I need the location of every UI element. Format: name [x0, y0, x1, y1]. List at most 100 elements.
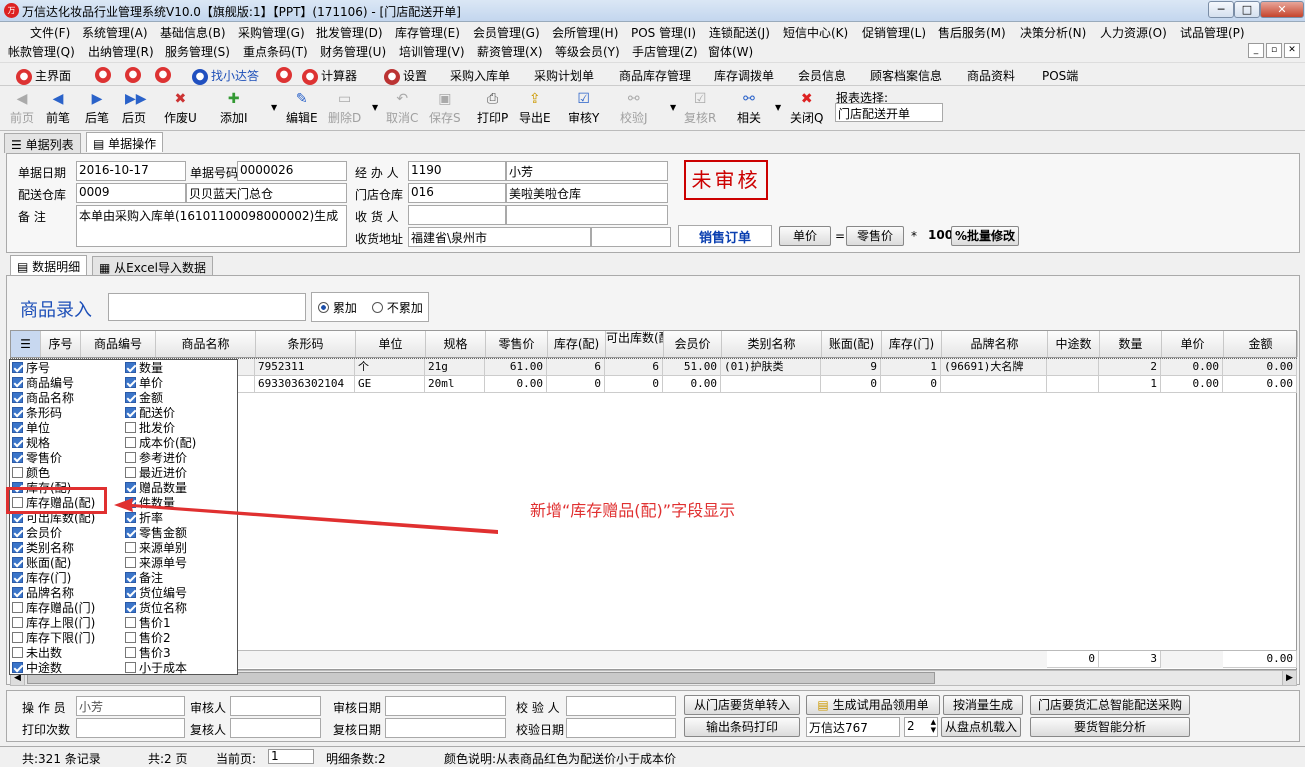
store-warehouse-name[interactable]: 美啦美啦仓库: [506, 183, 668, 203]
table-cell[interactable]: 6: [605, 359, 663, 376]
column-header[interactable]: 品牌名称: [942, 331, 1048, 357]
mdi-restore-icon[interactable]: ▫: [1266, 43, 1282, 58]
table-cell[interactable]: 20ml: [425, 376, 485, 393]
column-option[interactable]: 序号: [12, 361, 50, 376]
toolbar-button[interactable]: ✚ 添加I: [220, 91, 248, 126]
column-header[interactable]: 类别名称: [722, 331, 822, 357]
tab-data-detail[interactable]: ▤ 数据明细: [10, 255, 88, 275]
menu-item[interactable]: 文件(F): [30, 24, 70, 41]
menu-item[interactable]: 会所管理(H): [552, 24, 618, 41]
doc-no-field[interactable]: 0000026: [237, 161, 347, 181]
checkbox-unchecked-icon[interactable]: [12, 602, 23, 613]
column-header[interactable]: 条形码: [256, 331, 356, 357]
checkbox-checked-icon[interactable]: [125, 407, 136, 418]
table-cell[interactable]: 0: [547, 376, 605, 393]
menu-item[interactable]: 等级会员(Y): [555, 43, 620, 60]
checkbox-checked-icon[interactable]: [12, 362, 23, 373]
checkbox-unchecked-icon[interactable]: [125, 647, 136, 658]
column-header[interactable]: 单价: [1162, 331, 1224, 357]
checkbox-unchecked-icon[interactable]: [125, 617, 136, 628]
smart-distribution-button[interactable]: 门店要货汇总智能配送采购: [1030, 695, 1190, 715]
checkbox-unchecked-icon[interactable]: [12, 647, 23, 658]
quick-item[interactable]: 商品库存管理: [619, 67, 691, 84]
quick-icon-button[interactable]: ●: [155, 67, 174, 83]
quick-item[interactable]: 商品资料: [967, 67, 1015, 84]
menu-item[interactable]: 服务管理(S): [165, 43, 230, 60]
table-cell[interactable]: [721, 376, 821, 393]
toolbar-button[interactable]: ⇪ 导出E: [519, 91, 551, 126]
smart-analysis-button[interactable]: 要货智能分析: [1030, 717, 1190, 737]
column-option[interactable]: 最近进价: [125, 466, 187, 481]
checkbox-checked-icon[interactable]: [12, 407, 23, 418]
table-cell[interactable]: 21g: [425, 359, 485, 376]
column-header[interactable]: 规格: [426, 331, 486, 357]
quick-item[interactable]: 顾客档案信息: [870, 67, 942, 84]
table-cell[interactable]: [941, 376, 1047, 393]
column-option[interactable]: 单价: [125, 376, 163, 391]
dropdown-arrow-icon[interactable]: ▼: [372, 103, 378, 112]
column-option[interactable]: 库存(门): [12, 571, 71, 586]
auditor-field[interactable]: [230, 696, 321, 716]
toolbar-button[interactable]: ▶▶ 后页: [122, 91, 147, 126]
column-option[interactable]: 单位: [12, 421, 50, 436]
column-option[interactable]: 库存赠品(门): [12, 601, 95, 616]
tab-doc-list[interactable]: ☰ 单据列表: [4, 133, 81, 153]
column-option[interactable]: 批发价: [125, 421, 175, 436]
column-option[interactable]: 库存下限(门): [12, 631, 95, 646]
checkbox-checked-icon[interactable]: [125, 377, 136, 388]
tab-doc-operation[interactable]: ▤ 单据操作: [86, 132, 164, 152]
retail-price-button[interactable]: 零售价: [846, 226, 904, 246]
column-header[interactable]: 库存(配): [548, 331, 606, 357]
column-header[interactable]: 商品编号: [81, 331, 156, 357]
spin-arrows-icon[interactable]: ▲ ▼: [931, 718, 936, 734]
quick-item[interactable]: 采购计划单: [534, 67, 594, 84]
column-header[interactable]: 可出库数(配): [606, 331, 664, 357]
menu-item[interactable]: 促销管理(L): [862, 24, 926, 41]
menu-item[interactable]: 重点条码(T): [243, 43, 308, 60]
toolbar-button[interactable]: ◀ 前笔: [46, 91, 70, 126]
quick-item[interactable]: ● 主界面: [16, 67, 71, 85]
mdi-minimize-icon[interactable]: _: [1248, 43, 1264, 58]
from-store-request-button[interactable]: 从门店要货单转入: [684, 695, 800, 715]
barcode-print-button[interactable]: 输出条码打印: [684, 717, 800, 737]
table-cell[interactable]: 0.00: [485, 376, 547, 393]
column-header[interactable]: 零售价: [486, 331, 548, 357]
table-cell[interactable]: 个: [355, 359, 425, 376]
quick-item[interactable]: 会员信息: [798, 67, 846, 84]
checkbox-unchecked-icon[interactable]: [125, 662, 136, 673]
menu-item[interactable]: 会员管理(G): [473, 24, 540, 41]
table-cell[interactable]: 0.00: [1161, 376, 1223, 393]
checkbox-checked-icon[interactable]: [12, 422, 23, 433]
checkbox-checked-icon[interactable]: [125, 602, 136, 613]
gen-trial-button[interactable]: ▤ 生成试用品领用单: [806, 695, 940, 715]
table-cell[interactable]: GE: [355, 376, 425, 393]
table-cell[interactable]: 0.00: [663, 376, 721, 393]
menu-item[interactable]: 批发管理(D): [316, 24, 383, 41]
print-count-field[interactable]: [76, 718, 185, 738]
column-option[interactable]: 小于成本: [125, 661, 187, 676]
menu-item[interactable]: 手店管理(Z): [632, 43, 698, 60]
table-cell[interactable]: 51.00: [663, 359, 721, 376]
table-cell[interactable]: 0: [881, 376, 941, 393]
table-cell[interactable]: (96691)大名牌: [941, 359, 1047, 376]
column-option[interactable]: 来源单别: [125, 541, 187, 556]
column-option[interactable]: 账面(配): [12, 556, 71, 571]
table-cell[interactable]: [1047, 376, 1099, 393]
dropdown-arrow-icon[interactable]: ▼: [271, 103, 277, 112]
toolbar-button[interactable]: ☑ 审核Y: [568, 91, 599, 126]
radio-no-accumulate[interactable]: 不累加: [372, 299, 423, 316]
column-header[interactable]: 数量: [1100, 331, 1162, 357]
quick-item[interactable]: ● 计算器: [302, 67, 357, 85]
date-field[interactable]: 2016-10-17: [76, 161, 186, 181]
tab-excel-import[interactable]: ▦ 从Excel导入数据: [92, 256, 213, 276]
receiver-code-field[interactable]: [408, 205, 506, 225]
checkbox-unchecked-icon[interactable]: [125, 542, 136, 553]
gen-by-sales-button[interactable]: 按消量生成: [943, 695, 1023, 715]
table-cell[interactable]: 2: [1099, 359, 1161, 376]
checkbox-checked-icon[interactable]: [12, 377, 23, 388]
table-cell[interactable]: 6: [547, 359, 605, 376]
column-option[interactable]: 会员价: [12, 526, 62, 541]
table-cell[interactable]: 6933036302104: [255, 376, 355, 393]
table-cell[interactable]: 1: [881, 359, 941, 376]
toolbar-button[interactable]: ▶ 后笔: [85, 91, 109, 126]
